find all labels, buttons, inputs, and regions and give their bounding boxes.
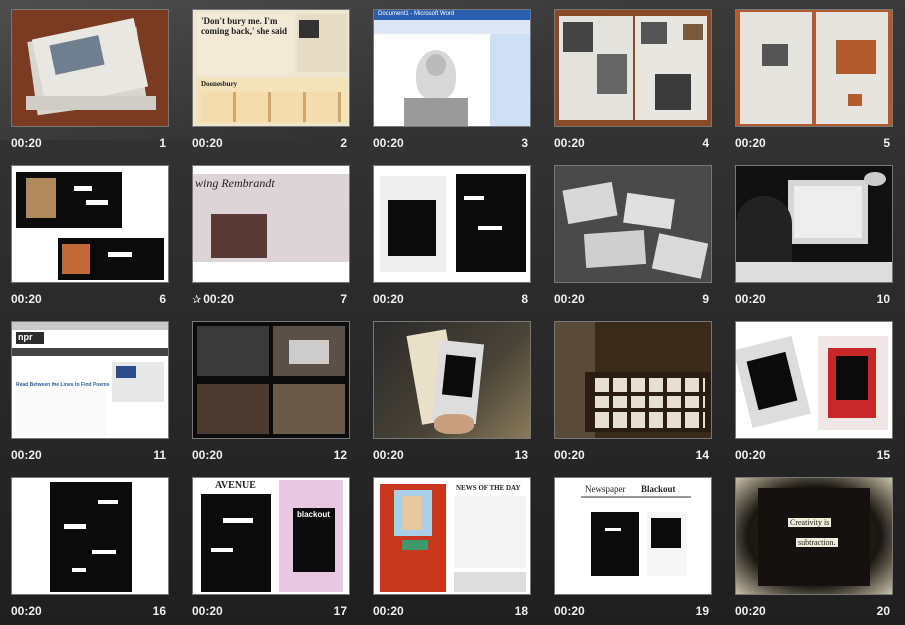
slide-1[interactable]: 00:20 1 [0,0,180,156]
slide-timing: 00:20 [735,292,766,306]
slide-6[interactable]: 00:20 6 [0,156,180,312]
slide-timing: 00:20 [11,604,42,618]
slide-thumbnail[interactable]: wing Rembrandt [192,165,350,283]
slide-timing: 00:20 [554,448,585,462]
slide-timing: 00:20 [735,448,766,462]
slide-number: 10 [876,292,890,306]
slide-thumbnail[interactable] [735,9,893,127]
slide-timing: 00:20 [373,136,404,150]
slide-timing: 00:20 [373,604,404,618]
slide-timing: 00:20 [735,604,766,618]
word-window-title: Document1 - Microsoft Word [378,11,455,17]
npr-logo: npr [18,332,33,342]
slide-sorter-grid: 00:20 1 'Don't bury me. I'm coming back,… [0,0,905,625]
clipping-headline: 'Don't bury me. I'm coming back,' she sa… [201,16,288,36]
slide-number: 5 [883,136,890,150]
slide-thumbnail[interactable] [554,321,712,439]
slide-14[interactable]: 00:20 14 [543,312,723,468]
slide-timing: ✰ 00:20 [192,292,234,306]
slide-number: 14 [695,448,709,462]
slide-timing: 00:20 [11,448,42,462]
slide-number: 17 [333,604,347,618]
slide-timing: 00:20 [735,136,766,150]
slide-8[interactable]: 00:20 8 [362,156,542,312]
slide-thumbnail[interactable] [11,477,169,595]
slide-thumbnail[interactable] [11,165,169,283]
slide-thumbnail[interactable] [735,321,893,439]
slide-thumbnail[interactable] [554,9,712,127]
slide-timing: 00:20 [11,292,42,306]
slide-number: 6 [159,292,166,306]
slide-5[interactable]: 00:20 5 [724,0,904,156]
slide-number: 20 [876,604,890,618]
magazine-cover-word: blackout [297,510,330,519]
clipping-headline: wing Rembrandt [195,176,275,190]
slide-thumbnail[interactable]: Newspaper Blackout [554,477,712,595]
slide-number: 1 [159,136,166,150]
slide-thumbnail[interactable] [373,165,531,283]
slide-thumbnail[interactable]: NEWS OF THE DAY [373,477,531,595]
slide-7[interactable]: wing Rembrandt ✰ 00:20 7 [181,156,361,312]
site-title-blackout: Blackout [641,484,676,494]
slide-timing: 00:20 [373,448,404,462]
slide-20[interactable]: Creativity is subtraction. 00:20 20 [724,468,904,624]
slide-timing: 00:20 [373,292,404,306]
slide-11[interactable]: npr Read Between the Lines to Find Poems… [0,312,180,468]
slide-thumbnail[interactable] [373,321,531,439]
slide-number: 11 [153,448,166,462]
slide-number: 16 [152,604,166,618]
slide-number: 13 [514,448,528,462]
slide-2[interactable]: 'Don't bury me. I'm coming back,' she sa… [181,0,361,156]
slide-12[interactable]: 00:20 12 [181,312,361,468]
slide-16[interactable]: 00:20 16 [0,468,180,624]
slide-19[interactable]: Newspaper Blackout 00:20 19 [543,468,723,624]
slide-number: 9 [702,292,709,306]
slide-4[interactable]: 00:20 4 [543,0,723,156]
slide-number: 3 [521,136,528,150]
slide-number: 8 [521,292,528,306]
slide-number: 19 [695,604,709,618]
slide-number: 18 [514,604,528,618]
slide-thumbnail[interactable]: Creativity is subtraction. [735,477,893,595]
slide-thumbnail[interactable]: npr Read Between the Lines to Find Poems [11,321,169,439]
slide-thumbnail[interactable] [554,165,712,283]
slide-13[interactable]: 00:20 13 [362,312,542,468]
article-headline: Read Between the Lines to Find Poems [16,382,110,388]
slide-number: 4 [702,136,709,150]
magazine-title: AVENUE [215,480,256,491]
site-title-newspaper: Newspaper [585,484,626,494]
slide-number: 7 [340,292,347,306]
comic-strip-title: Doonesbury [201,80,238,88]
poem-words-line2: subtraction. [796,538,838,547]
slide-timing: 00:20 [192,136,223,150]
slide-number: 12 [333,448,347,462]
slide-thumbnail[interactable] [735,165,893,283]
slide-thumbnail[interactable] [11,9,169,127]
slide-timing: 00:20 [554,604,585,618]
poem-words-line1: Creativity is [788,518,832,527]
slide-timing: 00:20 [11,136,42,150]
slide-15[interactable]: 00:20 15 [724,312,904,468]
slide-18[interactable]: NEWS OF THE DAY 00:20 18 [362,468,542,624]
slide-timing: 00:20 [554,292,585,306]
slide-3[interactable]: Document1 - Microsoft Word 00:20 3 [362,0,542,156]
slide-timing: 00:20 [192,448,223,462]
slide-17[interactable]: AVENUE blackout 00:20 17 [181,468,361,624]
slide-thumbnail[interactable] [192,321,350,439]
slide-timing: 00:20 [554,136,585,150]
slide-thumbnail[interactable]: 'Don't bury me. I'm coming back,' she sa… [192,9,350,127]
newspaper-headline: NEWS OF THE DAY [456,484,521,492]
slide-10[interactable]: 00:20 10 [724,156,904,312]
slide-thumbnail[interactable]: AVENUE blackout [192,477,350,595]
slide-timing: 00:20 [192,604,223,618]
slide-number: 2 [340,136,347,150]
slide-9[interactable]: 00:20 9 [543,156,723,312]
slide-number: 15 [876,448,890,462]
star-icon[interactable]: ✰ [192,294,201,306]
slide-thumbnail[interactable]: Document1 - Microsoft Word [373,9,531,127]
